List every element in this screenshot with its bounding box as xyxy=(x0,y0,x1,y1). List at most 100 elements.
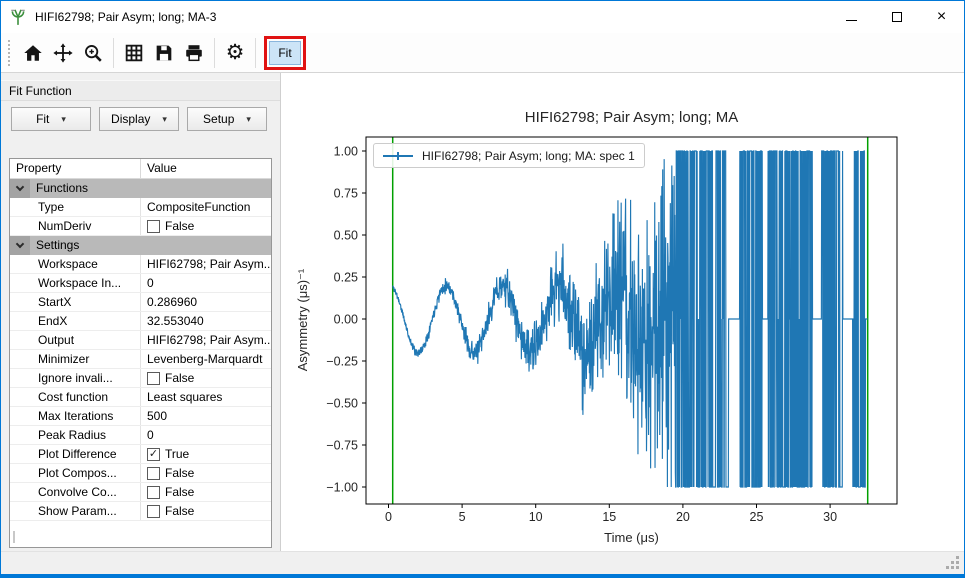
fit-menu-button[interactable]: Fit▾ xyxy=(11,107,91,131)
property-row[interactable]: Convolve Co...False xyxy=(10,483,271,502)
group-label: Functions xyxy=(30,179,271,198)
property-row[interactable]: Peak Radius 0 xyxy=(10,426,271,445)
property-value: CompositeFunction xyxy=(147,200,250,214)
group-row[interactable]: Functions xyxy=(10,179,271,198)
minimize-button[interactable] xyxy=(829,1,874,33)
pan-icon xyxy=(52,42,74,64)
customize-button[interactable]: ⚙ xyxy=(220,38,250,68)
fit-toolbar-button[interactable]: Fit xyxy=(269,41,301,65)
pan-button[interactable] xyxy=(48,38,78,68)
display-menu-button[interactable]: Display▾ xyxy=(99,107,179,131)
print-icon xyxy=(183,42,205,64)
checkbox[interactable] xyxy=(147,486,160,499)
toolbar-drag-handle[interactable] xyxy=(8,40,10,66)
home-button[interactable] xyxy=(18,38,48,68)
checkbox[interactable] xyxy=(147,220,160,233)
collapse-chevron-icon[interactable] xyxy=(10,236,30,255)
property-value: False xyxy=(165,219,194,233)
y-tick-label: 0.75 xyxy=(334,187,358,201)
group-row[interactable]: Settings xyxy=(10,236,271,255)
print-button[interactable] xyxy=(179,38,209,68)
property-value: False xyxy=(165,466,194,480)
property-value: HIFI62798; Pair Asym... xyxy=(147,333,271,347)
save-button[interactable] xyxy=(149,38,179,68)
property-row[interactable]: Output HIFI62798; Pair Asym... xyxy=(10,331,271,350)
collapse-chevron-icon[interactable] xyxy=(10,179,30,198)
subplots-button[interactable] xyxy=(119,38,149,68)
property-row[interactable]: NumDerivFalse xyxy=(10,217,271,236)
x-tick-label: 20 xyxy=(676,510,690,524)
x-axis-label: Time (μs) xyxy=(366,530,897,545)
y-tick-label: 0.25 xyxy=(334,271,358,285)
property-row[interactable]: Workspace In...0 xyxy=(10,274,271,293)
title-bar[interactable]: HIFI62798; Pair Asym; long; MA-3 × xyxy=(1,1,964,33)
property-name: Type xyxy=(30,198,141,216)
checkbox[interactable] xyxy=(147,372,160,385)
checkbox[interactable]: ✓ xyxy=(147,448,160,461)
close-button[interactable]: × xyxy=(919,1,964,33)
property-name: Convolve Co... xyxy=(30,483,141,501)
status-bar xyxy=(1,551,964,574)
property-name: Output xyxy=(30,331,141,349)
property-name: Minimizer xyxy=(30,350,141,368)
property-row[interactable]: Show Param...False xyxy=(10,502,271,521)
y-tick-label: −0.25 xyxy=(326,355,358,369)
property-name: Cost function xyxy=(30,388,141,406)
zoom-button[interactable] xyxy=(78,38,108,68)
property-value: False xyxy=(165,504,194,518)
x-tick-label: 15 xyxy=(602,510,616,524)
panel-resize-grip[interactable] xyxy=(13,531,15,543)
property-name: Peak Radius xyxy=(30,426,141,444)
property-name: EndX xyxy=(30,312,141,330)
property-name: Workspace xyxy=(30,255,141,273)
y-tick-label: −1.00 xyxy=(326,481,358,495)
property-row[interactable]: Type CompositeFunction xyxy=(10,198,271,217)
y-tick-label: 0.50 xyxy=(334,229,358,243)
y-tick-label: −0.75 xyxy=(326,439,358,453)
x-tick-label: 25 xyxy=(750,510,764,524)
x-tick-label: 0 xyxy=(385,510,392,524)
property-row[interactable]: Cost functionLeast squares xyxy=(10,388,271,407)
property-row[interactable]: Plot Difference✓True xyxy=(10,445,271,464)
property-row[interactable]: Ignore invali...False xyxy=(10,369,271,388)
column-header-value: Value xyxy=(141,159,271,178)
plot-title: HIFI62798; Pair Asym; long; MA xyxy=(366,109,897,126)
x-tick-label: 10 xyxy=(529,510,543,524)
x-tick-label: 30 xyxy=(823,510,837,524)
y-tick-label: 1.00 xyxy=(334,145,358,159)
property-row[interactable]: EndX32.553040 xyxy=(10,312,271,331)
property-name: Plot Compos... xyxy=(30,464,141,482)
resize-grip-icon[interactable] xyxy=(956,566,959,569)
property-row[interactable]: Max Iterations500 xyxy=(10,407,271,426)
column-header-property: Property xyxy=(10,159,141,178)
plot-toolbar: ⚙ Fit xyxy=(1,33,964,73)
property-value: HIFI62798; Pair Asym... xyxy=(147,257,271,271)
home-icon xyxy=(22,42,44,64)
checkbox[interactable] xyxy=(147,467,160,480)
group-label: Settings xyxy=(30,236,271,255)
y-tick-label: −0.50 xyxy=(326,397,358,411)
x-tick-label: 5 xyxy=(459,510,466,524)
window-title: HIFI62798; Pair Asym; long; MA-3 xyxy=(35,10,216,24)
legend-line-sample xyxy=(383,152,413,160)
property-name: Ignore invali... xyxy=(30,369,141,387)
maximize-icon xyxy=(892,12,902,22)
panel-title: Fit Function xyxy=(1,80,280,101)
property-row[interactable]: Plot Compos... False xyxy=(10,464,271,483)
property-row[interactable]: MinimizerLevenberg-Marquardt xyxy=(10,350,271,369)
maximize-button[interactable] xyxy=(874,1,919,33)
toolbar-separator xyxy=(214,38,215,68)
toolbar-separator xyxy=(255,38,256,68)
setup-menu-button[interactable]: Setup▾ xyxy=(187,107,267,131)
property-grid: Property Value FunctionsType CompositeFun… xyxy=(9,158,272,548)
mantid-app-icon xyxy=(9,8,27,26)
fit-button-highlight: Fit xyxy=(264,36,306,70)
toolbar-separator xyxy=(113,38,114,68)
property-row[interactable]: StartX0.286960 xyxy=(10,293,271,312)
property-value: 0 xyxy=(147,428,154,442)
property-row[interactable]: Workspace HIFI62798; Pair Asym... xyxy=(10,255,271,274)
table-header: Property Value xyxy=(10,159,271,179)
property-name: Workspace In... xyxy=(30,274,141,292)
property-value: True xyxy=(165,447,189,461)
checkbox[interactable] xyxy=(147,505,160,518)
